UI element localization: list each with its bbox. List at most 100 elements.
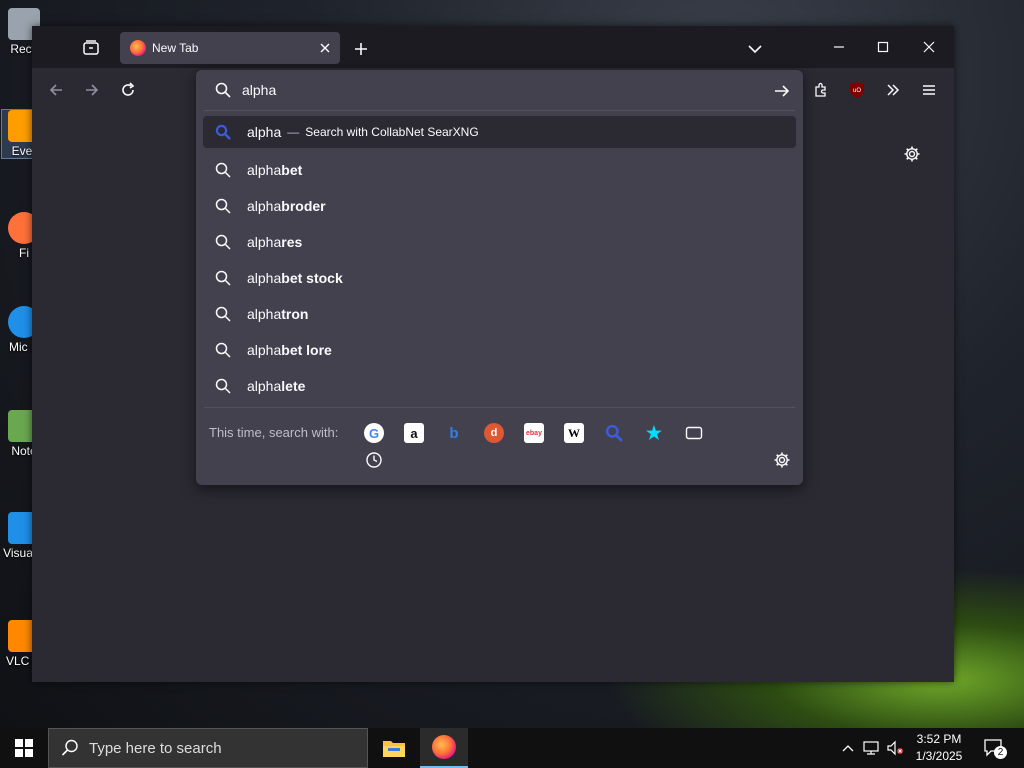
firefox-view-icon — [83, 40, 99, 55]
firefox-view-button[interactable] — [78, 35, 104, 61]
back-button[interactable] — [44, 78, 68, 102]
volume-muted-icon — [887, 740, 903, 756]
volume-button[interactable] — [884, 728, 906, 768]
google-icon: G — [368, 425, 380, 441]
tabs-search-button[interactable] — [684, 423, 704, 443]
search-icon — [215, 234, 231, 250]
amazon-icon: a — [410, 425, 418, 441]
suggestion-text: alphabet lore — [247, 342, 332, 358]
amazon-engine-button[interactable]: a — [404, 423, 424, 443]
ublock-origin-button[interactable]: uO — [845, 78, 869, 102]
bookmarks-search-button[interactable]: ★ — [644, 423, 664, 443]
searxng-engine-button[interactable] — [604, 423, 624, 443]
suggestion-dash: — — [287, 125, 300, 139]
maximize-button[interactable] — [868, 34, 898, 60]
title-bar: New Tab — [32, 26, 954, 68]
wikipedia-icon: W — [568, 425, 580, 440]
windows-logo-icon — [15, 739, 33, 757]
one-off-label: This time, search with: — [209, 425, 339, 440]
suggestion-text: alphares — [247, 234, 303, 250]
urlbar-input[interactable] — [242, 78, 742, 102]
searxng-icon — [605, 424, 623, 442]
google-engine-button[interactable]: G — [364, 423, 384, 443]
arrow-left-icon — [49, 84, 62, 96]
ebay-engine-button[interactable]: ebay — [524, 423, 544, 443]
bing-engine-button[interactable]: b — [444, 423, 464, 443]
search-icon — [215, 378, 231, 394]
search-icon — [61, 739, 78, 756]
suggestion-text: alphalete — [247, 378, 306, 394]
suggestion-list: alpha — Search with CollabNet SearXNG al… — [203, 116, 796, 404]
suggestion-row-search-with-searxng[interactable]: alpha — Search with CollabNet SearXNG — [203, 116, 796, 148]
search-icon — [215, 198, 231, 214]
show-hidden-icons-button[interactable] — [838, 728, 858, 768]
taskbar-clock[interactable]: 3:52 PM 1/3/2025 — [904, 731, 974, 765]
bing-icon: b — [449, 424, 459, 442]
suggestion-row[interactable]: alphabet stock — [203, 260, 796, 296]
extensions-button[interactable] — [809, 78, 833, 102]
duckduckgo-engine-button[interactable]: d — [484, 423, 504, 443]
chevron-up-icon — [842, 745, 854, 752]
network-button[interactable] — [860, 728, 882, 768]
arrow-right-icon — [775, 85, 790, 97]
suggestion-row[interactable]: alphares — [203, 224, 796, 260]
go-button[interactable] — [771, 80, 793, 102]
taskbar: Type here to search 3:52 PM 1/3/2025 2 — [0, 728, 1024, 768]
network-icon — [863, 741, 879, 755]
suggestion-action: Search with CollabNet SearXNG — [305, 125, 479, 139]
taskbar-firefox[interactable] — [420, 728, 468, 768]
suggestion-row[interactable]: alphabet — [203, 152, 796, 188]
app-menu-button[interactable] — [917, 78, 941, 102]
new-tab-button[interactable] — [350, 38, 372, 60]
plus-icon — [355, 43, 367, 55]
suggestion-text: alpha — [247, 124, 282, 140]
hamburger-icon — [923, 85, 935, 95]
search-settings-button[interactable] — [772, 450, 792, 470]
tabs-icon — [685, 426, 703, 440]
clock-date: 1/3/2025 — [915, 749, 963, 763]
search-icon — [215, 306, 231, 322]
minimize-button[interactable] — [824, 34, 854, 60]
tab-close-button[interactable] — [316, 39, 334, 57]
urlbar — [196, 70, 803, 110]
ublock-shield-icon: uO — [850, 82, 864, 98]
close-icon — [320, 43, 330, 53]
gear-icon — [904, 146, 920, 162]
new-tab-settings-button[interactable] — [900, 142, 924, 166]
notification-count-badge: 2 — [994, 746, 1007, 759]
searxng-icon — [215, 124, 231, 140]
close-window-button[interactable] — [914, 34, 944, 60]
start-button[interactable] — [0, 728, 48, 768]
list-all-tabs-button[interactable] — [744, 38, 766, 60]
close-icon — [923, 41, 935, 53]
suggestion-row[interactable]: alphabet lore — [203, 332, 796, 368]
taskbar-search-box[interactable]: Type here to search — [48, 728, 368, 768]
action-center-button[interactable]: 2 — [982, 736, 1007, 760]
clock-time: 3:52 PM — [916, 732, 962, 746]
taskbar-file-explorer[interactable] — [370, 728, 418, 768]
tab-new-tab[interactable]: New Tab — [120, 32, 340, 64]
chevrons-right-icon — [887, 84, 900, 96]
desktop-icon-label: Fi — [19, 246, 29, 260]
one-off-search-bar: This time, search with: G a b d ebay W ★ — [196, 408, 803, 485]
maximize-icon — [877, 41, 889, 53]
search-icon — [215, 270, 231, 286]
reload-button[interactable] — [116, 78, 140, 102]
wikipedia-engine-button[interactable]: W — [564, 423, 584, 443]
arrow-right-icon — [86, 84, 99, 96]
suggestion-row[interactable]: alphalete — [203, 368, 796, 404]
gear-icon — [774, 452, 790, 468]
bookmarks-icon: ★ — [645, 422, 663, 443]
search-icon — [215, 162, 231, 178]
suggestion-text: alphabet stock — [247, 270, 343, 286]
minimize-icon — [834, 46, 844, 48]
history-search-button[interactable] — [364, 450, 384, 470]
forward-button[interactable] — [80, 78, 104, 102]
suggestion-row[interactable]: alphabroder — [203, 188, 796, 224]
history-icon — [366, 452, 382, 468]
urlbar-dropdown: alpha — Search with CollabNet SearXNG al… — [196, 70, 803, 485]
suggestion-row[interactable]: alphatron — [203, 296, 796, 332]
chevron-down-icon — [748, 45, 762, 54]
more-tools-button[interactable] — [881, 78, 905, 102]
duckduckgo-icon: d — [490, 427, 498, 439]
